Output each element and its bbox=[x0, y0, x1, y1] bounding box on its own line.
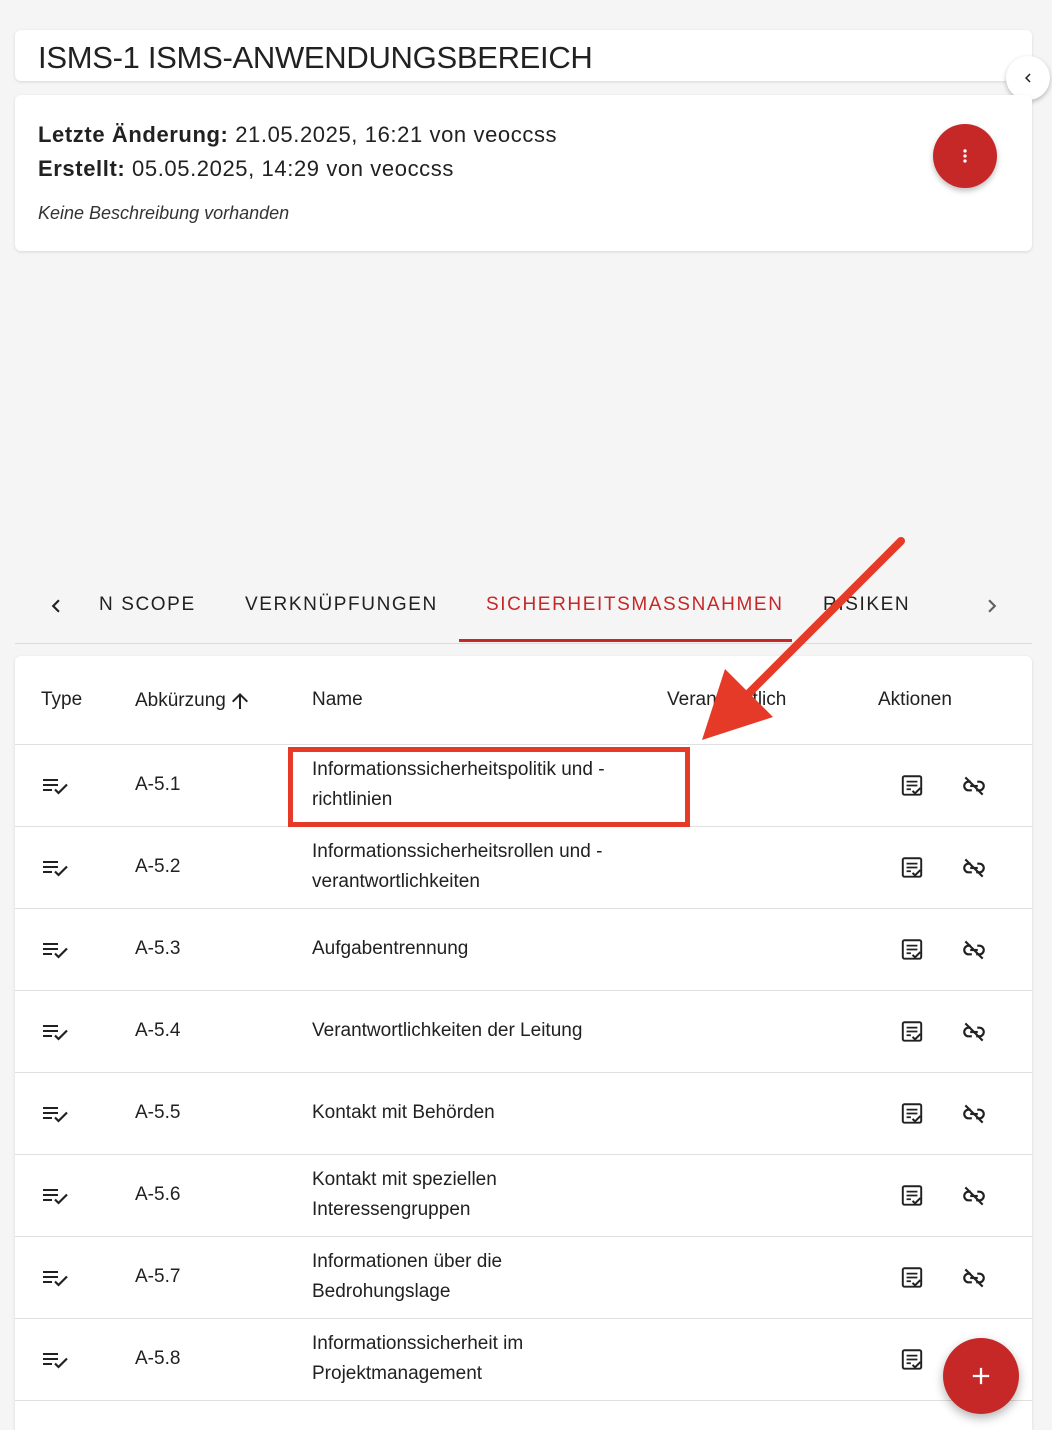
tab-scope[interactable]: N SCOPE bbox=[99, 594, 196, 616]
playlist-check-icon bbox=[41, 1020, 69, 1044]
link-off-icon[interactable] bbox=[961, 937, 987, 963]
playlist-check-icon bbox=[41, 1184, 69, 1208]
column-header-name[interactable]: Name bbox=[312, 689, 363, 711]
text-box-check-icon[interactable] bbox=[899, 1265, 925, 1291]
column-header-aktionen: Aktionen bbox=[878, 689, 952, 710]
more-actions-button[interactable] bbox=[933, 124, 997, 188]
link-off-icon[interactable] bbox=[961, 855, 987, 881]
row-abbreviation: A-5.1 bbox=[135, 774, 181, 795]
row-abbreviation: A-5.4 bbox=[135, 1020, 181, 1041]
column-header-abkuerzung[interactable]: Abkürzung bbox=[135, 689, 252, 713]
chevron-left-icon bbox=[1025, 73, 1031, 83]
row-abbreviation: A-5.2 bbox=[135, 856, 181, 877]
last-changed-line: Letzte Änderung: 21.05.2025, 16:21 von v… bbox=[38, 122, 557, 148]
description-text: Keine Beschreibung vorhanden bbox=[38, 203, 290, 223]
table-row[interactable]: A-5.3 Aufgabentrennung bbox=[15, 909, 1032, 991]
text-box-check-icon[interactable] bbox=[899, 773, 925, 799]
table-row[interactable]: A-5.2 Informationssicherheitsrollen und -… bbox=[15, 827, 1032, 909]
playlist-check-icon bbox=[41, 856, 69, 880]
link-off-icon[interactable] bbox=[961, 1101, 987, 1127]
playlist-check-icon bbox=[41, 938, 69, 962]
text-box-check-icon[interactable] bbox=[899, 1183, 925, 1209]
last-changed-value: 21.05.2025, 16:21 von veoccss bbox=[228, 122, 558, 147]
active-tab-indicator bbox=[459, 639, 792, 642]
table-row[interactable]: Inventar der Informationen und bbox=[15, 1401, 1032, 1430]
text-box-check-icon[interactable] bbox=[899, 855, 925, 881]
playlist-check-icon bbox=[41, 1102, 69, 1126]
tab-verknuepfungen[interactable]: VERKNÜPFUNGEN bbox=[245, 594, 438, 616]
column-header-abkuerzung-label: Abkürzung bbox=[135, 690, 226, 711]
column-header-type[interactable]: Type bbox=[41, 689, 82, 711]
row-name: Inventar der Informationen und bbox=[312, 1426, 642, 1430]
last-changed-label: Letzte Änderung: bbox=[38, 122, 229, 147]
table-row[interactable]: A-5.4 Verantwortlichkeiten der Leitung bbox=[15, 991, 1032, 1073]
created-label: Erstellt: bbox=[38, 156, 126, 181]
table-row[interactable]: A-5.8 Informationssicherheit im Projektma… bbox=[15, 1319, 1032, 1401]
text-box-check-icon[interactable] bbox=[899, 1347, 925, 1373]
text-box-check-icon[interactable] bbox=[899, 1101, 925, 1127]
row-name: Informationen über die Bedrohungslage bbox=[312, 1251, 503, 1302]
annotation-highlight-box bbox=[288, 747, 690, 827]
meta-info-card: Letzte Änderung: 21.05.2025, 16:21 von v… bbox=[15, 95, 1032, 251]
tab-bar: N SCOPE VERKNÜPFUNGEN SICHERHEITSMASSNAH… bbox=[15, 565, 1032, 644]
tabs-viewport: N SCOPE VERKNÜPFUNGEN SICHERHEITSMASSNAH… bbox=[95, 565, 980, 644]
tabs-scroll-right-button[interactable] bbox=[977, 591, 1007, 621]
dots-vertical-icon bbox=[963, 149, 967, 163]
plus-icon bbox=[972, 1367, 990, 1385]
text-box-check-icon[interactable] bbox=[899, 1019, 925, 1045]
row-abbreviation: A-5.3 bbox=[135, 938, 181, 959]
row-name: Informationssicherheitsrollen und -veran… bbox=[312, 841, 603, 892]
link-off-icon[interactable] bbox=[961, 773, 987, 799]
tab-sicherheitsmassnahmen[interactable]: SICHERHEITSMASSNAHMEN bbox=[486, 594, 784, 616]
page-title: ISMS-1 ISMS-ANWENDUNGSBEREICH bbox=[38, 40, 593, 75]
row-name: Kontakt mit speziellen Interessengruppen bbox=[312, 1169, 497, 1220]
tab-risiken[interactable]: RISIKEN bbox=[823, 594, 910, 616]
playlist-check-icon bbox=[41, 1266, 69, 1290]
sort-ascending-arrow-icon bbox=[231, 693, 248, 709]
row-name: Verantwortlichkeiten der Leitung bbox=[312, 1020, 583, 1041]
row-abbreviation: A-5.6 bbox=[135, 1184, 181, 1205]
column-header-verantwortlich[interactable]: Verantwortlich bbox=[667, 689, 786, 711]
page-title-card: ISMS-1 ISMS-ANWENDUNGSBEREICH bbox=[15, 30, 1032, 81]
row-abbreviation: A-5.5 bbox=[135, 1102, 181, 1123]
row-name: Aufgabentrennung bbox=[312, 938, 469, 959]
table-row[interactable]: A-5.7 Informationen über die Bedrohungsla… bbox=[15, 1237, 1032, 1319]
chevron-right-icon bbox=[988, 599, 997, 613]
row-abbreviation: A-5.7 bbox=[135, 1266, 181, 1287]
row-abbreviation: A-5.8 bbox=[135, 1348, 181, 1369]
link-off-icon[interactable] bbox=[961, 1265, 987, 1291]
row-name: Informationssicherheit im Projektmanagem… bbox=[312, 1333, 524, 1384]
created-line: Erstellt: 05.05.2025, 14:29 von veoccss bbox=[38, 156, 454, 182]
table-row[interactable]: A-5.5 Kontakt mit Behörden bbox=[15, 1073, 1032, 1155]
collapse-panel-button[interactable] bbox=[1006, 56, 1050, 100]
row-name: Kontakt mit Behörden bbox=[312, 1102, 495, 1123]
link-off-icon[interactable] bbox=[961, 1183, 987, 1209]
tabs-scroll-left-button[interactable] bbox=[41, 591, 71, 621]
created-value: 05.05.2025, 14:29 von veoccss bbox=[125, 156, 454, 181]
add-button[interactable] bbox=[943, 1338, 1019, 1414]
table-row[interactable]: A-5.6 Kontakt mit speziellen Interessengr… bbox=[15, 1155, 1032, 1237]
link-off-icon[interactable] bbox=[961, 1019, 987, 1045]
playlist-check-icon bbox=[41, 1348, 69, 1372]
chevron-left-icon bbox=[51, 599, 60, 613]
text-box-check-icon[interactable] bbox=[899, 937, 925, 963]
playlist-check-icon bbox=[41, 774, 69, 798]
